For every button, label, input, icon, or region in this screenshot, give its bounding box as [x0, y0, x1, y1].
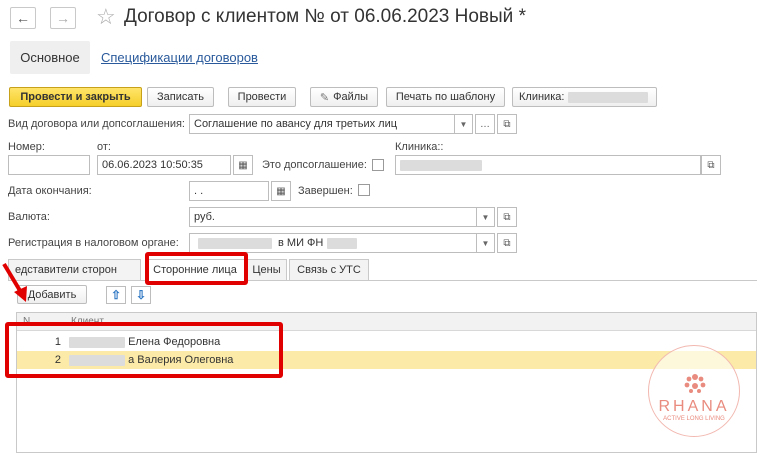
completed-checkbox[interactable] [358, 184, 370, 196]
clinic-field[interactable] [395, 155, 701, 175]
star-icon[interactable]: ☆ [96, 4, 116, 30]
addendum-label: Это допсоглашение: [262, 159, 367, 171]
tax-registration-label: Регистрация в налоговом органе: [8, 237, 179, 249]
contract-type-field[interactable]: Соглашение по авансу для третьих лиц [189, 114, 455, 134]
chevron-down-icon: ▼ [481, 238, 490, 248]
tax-registration-field[interactable]: в МИ ФН [189, 233, 477, 253]
save-button[interactable]: Записать [147, 87, 214, 107]
date-calendar-button[interactable]: ▦ [233, 155, 253, 175]
tab-prices[interactable]: Цены [246, 259, 287, 281]
date-from-label: от: [97, 141, 111, 153]
files-button[interactable]: ✎ Файлы [310, 87, 378, 107]
logo-brand-text: RHANA [658, 398, 730, 415]
open-icon: ⧉ [503, 118, 511, 130]
tab-main[interactable]: Основное [10, 41, 90, 74]
clinic-open-button[interactable]: ⧉ [701, 155, 721, 175]
files-label: Файлы [333, 91, 369, 103]
post-and-close-button[interactable]: Провести и закрыть [9, 87, 142, 107]
red-arrow-icon [2, 262, 27, 302]
chevron-down-icon: ▼ [459, 119, 468, 129]
calendar-icon: ▦ [238, 159, 248, 171]
brand-logo: RHANA ACTIVE LONG LIVING [648, 345, 740, 437]
tab-specifications[interactable]: Спецификации договоров [101, 50, 258, 65]
end-date-label: Дата окончания: [8, 185, 92, 197]
redacted-value [198, 237, 272, 249]
currency-dropdown[interactable]: ▼ [477, 207, 495, 227]
open-icon: ⧉ [707, 159, 715, 171]
arrow-right-icon: → [56, 10, 70, 26]
completed-label: Завершен: [298, 185, 353, 197]
number-field[interactable] [8, 155, 90, 175]
tax-registration-dropdown[interactable]: ▼ [477, 233, 495, 253]
clinic-button[interactable]: Клиника: [512, 87, 657, 107]
forward-button[interactable]: → [50, 7, 76, 29]
page-title: Договор с клиентом № от 06.06.2023 Новый… [124, 6, 526, 27]
contract-type-open-button[interactable]: ⧉ [497, 114, 517, 134]
currency-open-button[interactable]: ⧉ [497, 207, 517, 227]
redacted-value [400, 159, 482, 171]
post-button[interactable]: Провести [228, 87, 296, 107]
currency-field[interactable]: руб. [189, 207, 477, 227]
currency-label: Валюта: [8, 211, 50, 223]
tab-uts-link[interactable]: Связь с УТС [289, 259, 369, 281]
contract-type-dropdown[interactable]: ▼ [455, 114, 473, 134]
highlight-third-parties-tab [145, 252, 248, 285]
move-up-button[interactable]: ⇧ [106, 286, 126, 304]
paperclip-icon: ✎ [319, 91, 330, 104]
redacted-value [327, 237, 358, 249]
arrow-up-icon: ⇧ [110, 288, 122, 302]
open-icon: ⧉ [503, 211, 511, 223]
addendum-checkbox[interactable] [372, 159, 384, 171]
logo-tagline: ACTIVE LONG LIVING [663, 416, 725, 422]
tax-registration-value: в МИ ФН [278, 237, 324, 249]
move-down-button[interactable]: ⇩ [131, 286, 151, 304]
highlight-client-rows [5, 322, 283, 378]
logo-icon [684, 374, 706, 393]
tax-registration-open-button[interactable]: ⧉ [497, 233, 517, 253]
end-date-calendar-button[interactable]: ▦ [271, 181, 291, 201]
clinic-field-label: Клиника:: [395, 141, 444, 153]
chevron-down-icon: ▼ [481, 212, 490, 222]
back-button[interactable]: ← [10, 7, 36, 29]
contract-type-select-button[interactable]: … [475, 114, 495, 134]
number-label: Номер: [8, 141, 45, 153]
open-icon: ⧉ [503, 237, 511, 249]
contract-type-label: Вид договора или допсоглашения: [8, 118, 185, 130]
redacted-value [568, 91, 649, 103]
arrow-down-icon: ⇩ [135, 288, 147, 302]
print-template-button[interactable]: Печать по шаблону [386, 87, 505, 107]
date-field[interactable]: 06.06.2023 10:50:35 [97, 155, 231, 175]
end-date-field[interactable]: . . [189, 181, 269, 201]
clinic-label: Клиника: [519, 91, 565, 103]
calendar-icon: ▦ [276, 185, 286, 197]
arrow-left-icon: ← [16, 10, 30, 26]
